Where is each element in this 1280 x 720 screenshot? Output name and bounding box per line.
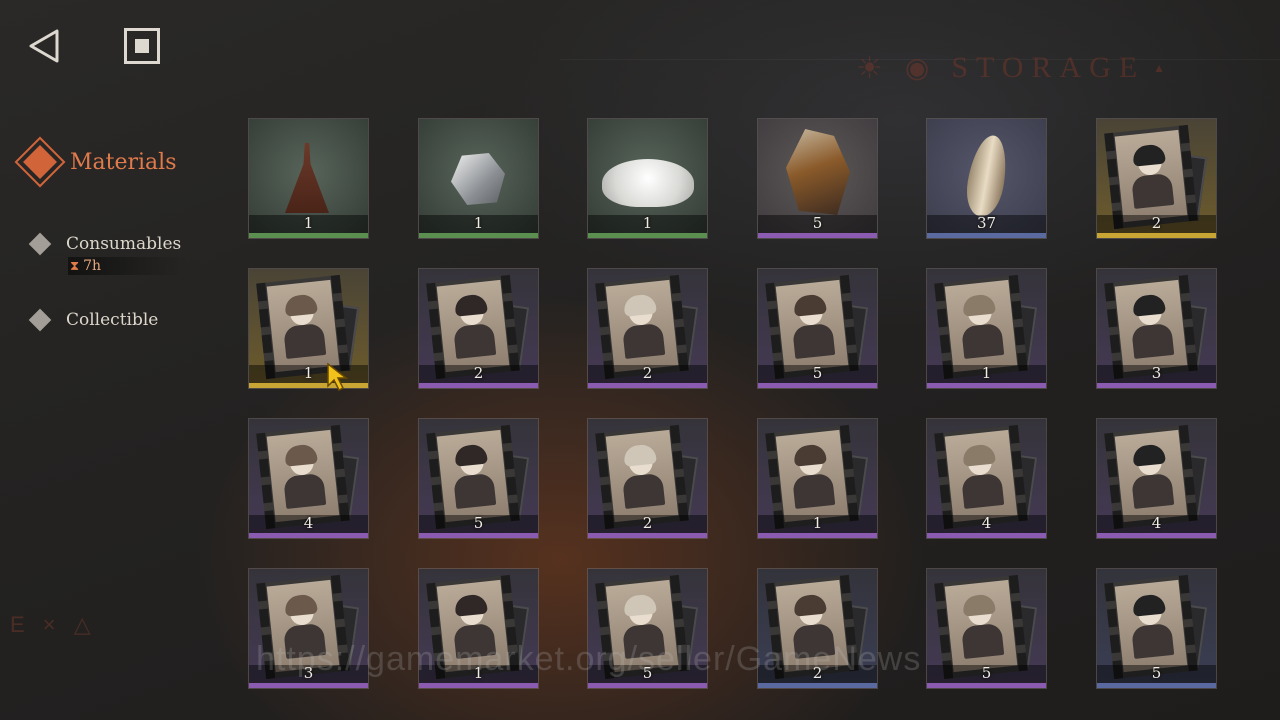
eye-icon: ◉ bbox=[904, 53, 938, 84]
inventory-item-clown-girl-card[interactable]: 1 bbox=[418, 568, 539, 689]
back-triangle-icon bbox=[29, 29, 59, 63]
inventory-item-silver-ore[interactable]: 1 bbox=[418, 118, 539, 239]
sidebar-item-label: Materials bbox=[70, 149, 177, 175]
square-stop-icon bbox=[135, 39, 149, 53]
inventory-item-fedora-man-card[interactable]: 2 bbox=[757, 568, 878, 689]
rarity-bar bbox=[1097, 683, 1216, 688]
rarity-bar bbox=[249, 383, 368, 388]
hourglass-icon: ⧗ bbox=[70, 258, 80, 274]
rarity-bar bbox=[758, 233, 877, 238]
corner-decoration: E × △ bbox=[10, 612, 97, 637]
inventory-item-rabbit-mask-card[interactable]: 5 bbox=[587, 568, 708, 689]
inventory-item-sheep-card[interactable]: 1 bbox=[248, 268, 369, 389]
rarity-bar bbox=[419, 233, 538, 238]
sidebar-item-label: Collectible bbox=[66, 310, 159, 330]
diamond-active-icon bbox=[14, 136, 66, 188]
rarity-bar bbox=[927, 383, 1046, 388]
rarity-bar bbox=[249, 233, 368, 238]
sun-icon: ☀ bbox=[856, 51, 891, 85]
item-count: 1 bbox=[812, 514, 823, 532]
rarity-bar bbox=[1097, 533, 1216, 538]
inventory-item-dark-lady-card[interactable]: 4 bbox=[248, 418, 369, 539]
diamond-icon bbox=[28, 232, 52, 256]
rarity-bar bbox=[249, 533, 368, 538]
item-count: 2 bbox=[812, 664, 823, 682]
rarity-bar bbox=[588, 533, 707, 538]
rarity-bar bbox=[419, 383, 538, 388]
rarity-bar bbox=[758, 683, 877, 688]
rarity-bar bbox=[588, 383, 707, 388]
item-count: 1 bbox=[473, 664, 484, 682]
inventory-item-horned-girl-card[interactable]: 2 bbox=[418, 268, 539, 389]
item-count: 1 bbox=[303, 364, 314, 382]
inventory-item-metal-ball-card[interactable]: 5 bbox=[926, 568, 1047, 689]
inventory-item-brush[interactable]: 1 bbox=[248, 118, 369, 239]
rarity-bar bbox=[419, 683, 538, 688]
item-grid: 1 1 1 5 37 2 1 2 2 5 1 3 4 5 2 1 4 4 3 1 5 2 5 5 bbox=[248, 118, 1217, 690]
storage-title-decoration: ☀ ◉ STORAGE ▲ bbox=[856, 50, 1173, 86]
rarity-bar bbox=[927, 683, 1046, 688]
inventory-item-feather-shell[interactable]: 37 bbox=[926, 118, 1047, 239]
inventory-item-apple-bow-card[interactable]: 5 bbox=[418, 418, 539, 539]
inventory-item-curly-girl-card[interactable]: 2 bbox=[587, 268, 708, 389]
item-count: 5 bbox=[642, 664, 653, 682]
inventory-item-salt-crystals[interactable]: 1 bbox=[587, 118, 708, 239]
item-count: 37 bbox=[976, 214, 997, 232]
home-button[interactable] bbox=[124, 28, 160, 64]
inventory-item-white-hair-card[interactable]: 3 bbox=[248, 568, 369, 689]
item-count: 1 bbox=[473, 214, 484, 232]
rarity-bar bbox=[1097, 383, 1216, 388]
rarity-bar bbox=[588, 233, 707, 238]
rarity-bar bbox=[249, 683, 368, 688]
inventory-item-amber-crystal[interactable]: 5 bbox=[757, 118, 878, 239]
inventory-item-bunny-girl-card[interactable]: 4 bbox=[1096, 418, 1217, 539]
item-count: 1 bbox=[303, 214, 314, 232]
inventory-item-hooded-girl-card[interactable]: 2 bbox=[587, 418, 708, 539]
sidebar-item-materials[interactable]: Materials bbox=[14, 136, 177, 188]
inventory-item-scarecrow-card[interactable]: 3 bbox=[1096, 268, 1217, 389]
diamond-icon bbox=[28, 308, 52, 332]
inventory-item-masked-doll-card[interactable]: 5 bbox=[1096, 568, 1217, 689]
item-count: 3 bbox=[303, 664, 314, 682]
item-count: 2 bbox=[1151, 214, 1162, 232]
item-count: 5 bbox=[1151, 664, 1162, 682]
inventory-item-hat-lady-card[interactable]: 1 bbox=[926, 268, 1047, 389]
item-count: 2 bbox=[642, 514, 653, 532]
item-count: 5 bbox=[812, 364, 823, 382]
rarity-bar bbox=[588, 683, 707, 688]
inventory-item-camera-card[interactable]: 2 bbox=[1096, 118, 1217, 239]
sidebar-item-collectible[interactable]: Collectible bbox=[0, 308, 159, 332]
item-count: 2 bbox=[642, 364, 653, 382]
item-count: 1 bbox=[981, 364, 992, 382]
rarity-bar bbox=[927, 533, 1046, 538]
item-count: 4 bbox=[981, 514, 992, 532]
sidebar-item-label: Consumables bbox=[66, 234, 182, 254]
item-count: 5 bbox=[473, 514, 484, 532]
item-count: 4 bbox=[303, 514, 314, 532]
mouse-cursor-icon bbox=[326, 362, 350, 392]
storage-title: STORAGE bbox=[951, 51, 1146, 84]
rarity-bar bbox=[758, 383, 877, 388]
item-count: 5 bbox=[812, 214, 823, 232]
consumables-timer: ⧗ 7h bbox=[68, 257, 188, 275]
item-count: 4 bbox=[1151, 514, 1162, 532]
rarity-bar bbox=[1097, 233, 1216, 238]
sidebar-item-consumables[interactable]: Consumables bbox=[0, 232, 182, 256]
inventory-item-top-hat-man-card[interactable]: 1 bbox=[757, 418, 878, 539]
item-count: 1 bbox=[642, 214, 653, 232]
inventory-item-ghost-card[interactable]: 5 bbox=[757, 268, 878, 389]
timer-text: 7h bbox=[83, 258, 102, 274]
back-button[interactable] bbox=[24, 26, 64, 66]
item-count: 2 bbox=[473, 364, 484, 382]
item-count: 5 bbox=[981, 664, 992, 682]
triangle-icon: ▲ bbox=[1153, 60, 1174, 75]
rarity-bar bbox=[927, 233, 1046, 238]
item-count: 3 bbox=[1151, 364, 1162, 382]
inventory-item-glasses-man-card[interactable]: 4 bbox=[926, 418, 1047, 539]
rarity-bar bbox=[758, 533, 877, 538]
rarity-bar bbox=[419, 533, 538, 538]
